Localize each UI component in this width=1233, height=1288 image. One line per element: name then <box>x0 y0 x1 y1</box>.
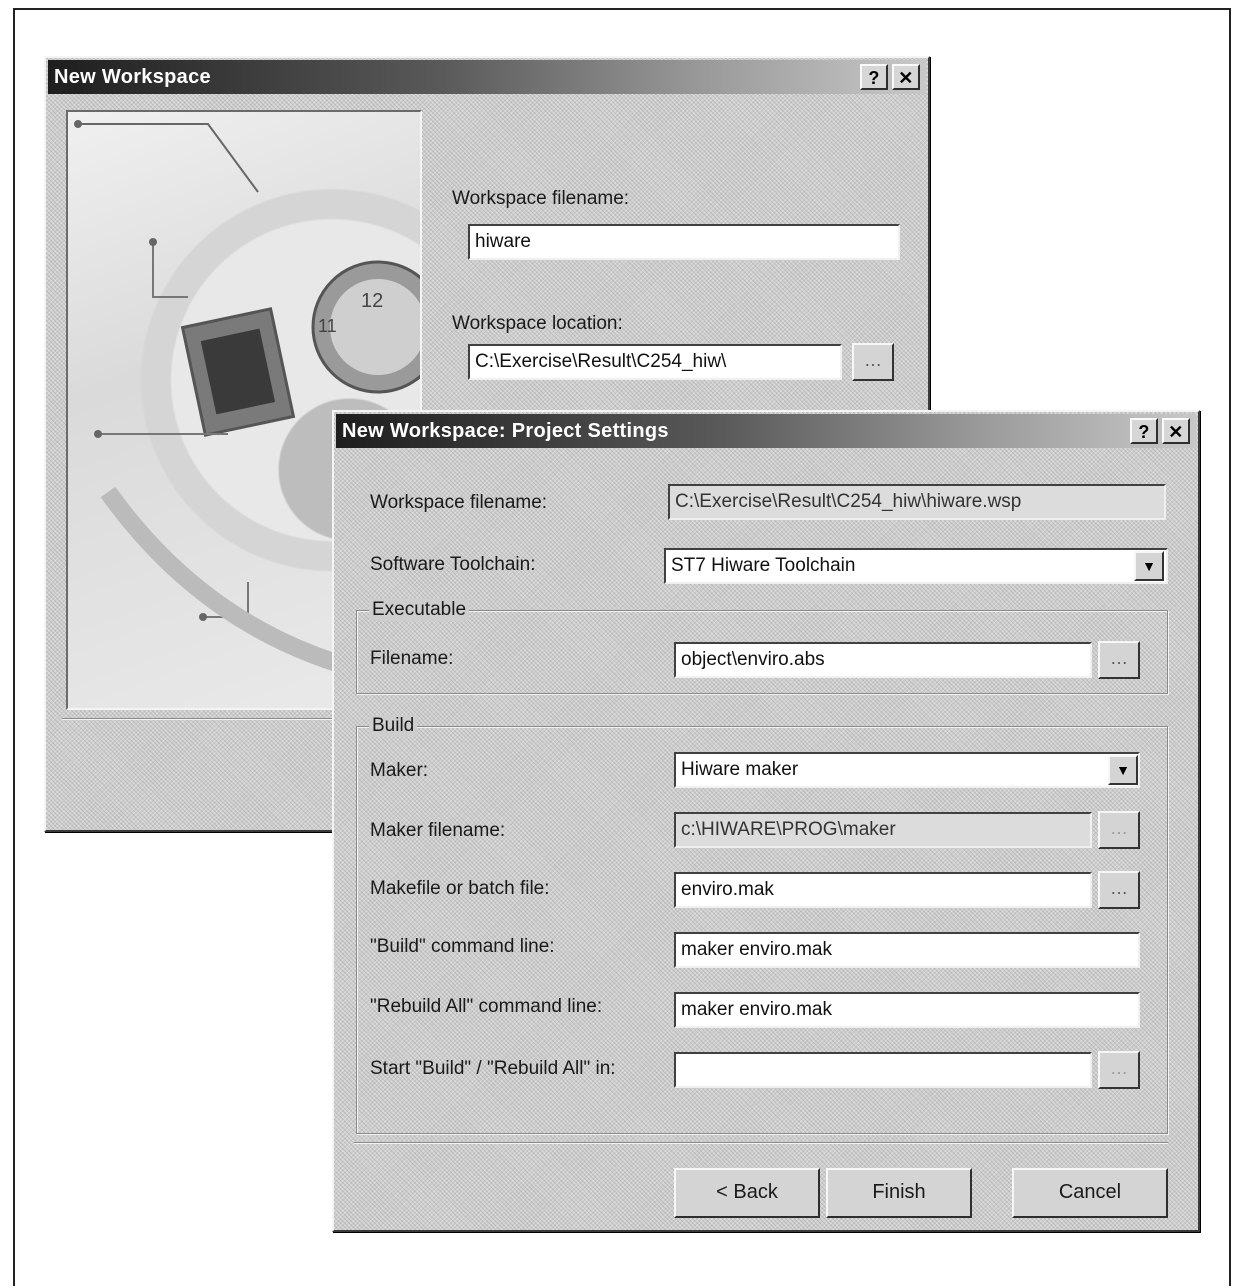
makefile-input[interactable]: enviro.mak <box>674 872 1092 908</box>
workspace-location-label: Workspace location: <box>452 313 623 334</box>
software-toolchain-select[interactable]: ST7 Hiware Toolchain <box>664 548 1168 584</box>
workspace-filename-label: Workspace filename: <box>452 188 630 209</box>
exe-filename-label: Filename: <box>370 648 454 669</box>
back-button[interactable]: < Back <box>674 1168 820 1218</box>
maker-select[interactable]: Hiware maker <box>674 752 1140 788</box>
browse-makefile-button[interactable]: … <box>1098 871 1140 909</box>
exe-filename-input[interactable]: object\enviro.abs <box>674 642 1092 678</box>
separator <box>62 718 332 720</box>
start-in-input[interactable] <box>674 1052 1092 1088</box>
build-command-input[interactable]: maker enviro.mak <box>674 932 1140 968</box>
chevron-down-icon[interactable]: ▼ <box>1134 551 1164 581</box>
software-toolchain-label: Software Toolchain: <box>370 554 536 575</box>
chevron-down-icon[interactable]: ▼ <box>1108 755 1138 785</box>
browse-start-in-button: … <box>1098 1051 1140 1089</box>
rebuild-command-input[interactable]: maker enviro.mak <box>674 992 1140 1028</box>
new-workspace-titlebar[interactable]: New Workspace ? ✕ <box>48 60 926 94</box>
dialog-title: New Workspace: Project Settings <box>342 420 669 442</box>
makefile-label: Makefile or batch file: <box>370 878 550 899</box>
dialog-title: New Workspace <box>54 66 211 88</box>
browse-location-button[interactable]: … <box>852 343 894 381</box>
maker-filename-label: Maker filename: <box>370 820 506 841</box>
close-button[interactable]: ✕ <box>892 64 920 90</box>
maker-label: Maker: <box>370 760 429 781</box>
workspace-filename-label: Workspace filename: <box>370 492 548 513</box>
finish-button[interactable]: Finish <box>826 1168 972 1218</box>
workspace-location-input[interactable]: C:\Exercise\Result\C254_hiw\ <box>468 344 842 380</box>
help-button[interactable]: ? <box>1130 418 1158 444</box>
build-group-title: Build <box>369 715 418 737</box>
workspace-filename-input[interactable]: hiware <box>468 224 900 260</box>
workspace-filename-readonly: C:\Exercise\Result\C254_hiw\hiware.wsp <box>668 484 1166 520</box>
browse-exe-button[interactable]: … <box>1098 641 1140 679</box>
project-settings-titlebar[interactable]: New Workspace: Project Settings ? ✕ <box>336 414 1196 448</box>
build-command-label: "Build" command line: <box>370 936 555 957</box>
svg-text:12: 12 <box>361 290 383 312</box>
rebuild-command-label: "Rebuild All" command line: <box>370 996 603 1017</box>
button-separator <box>354 1142 1168 1144</box>
project-settings-dialog: New Workspace: Project Settings ? ✕ Work… <box>332 410 1200 1232</box>
browse-maker-button: … <box>1098 811 1140 849</box>
maker-filename-input: c:\HIWARE\PROG\maker <box>674 812 1092 848</box>
cancel-button[interactable]: Cancel <box>1012 1168 1168 1218</box>
start-in-label: Start "Build" / "Rebuild All" in: <box>370 1058 616 1079</box>
close-button[interactable]: ✕ <box>1162 418 1190 444</box>
svg-text:11: 11 <box>318 316 337 336</box>
executable-group-title: Executable <box>369 599 470 621</box>
help-button[interactable]: ? <box>860 64 888 90</box>
